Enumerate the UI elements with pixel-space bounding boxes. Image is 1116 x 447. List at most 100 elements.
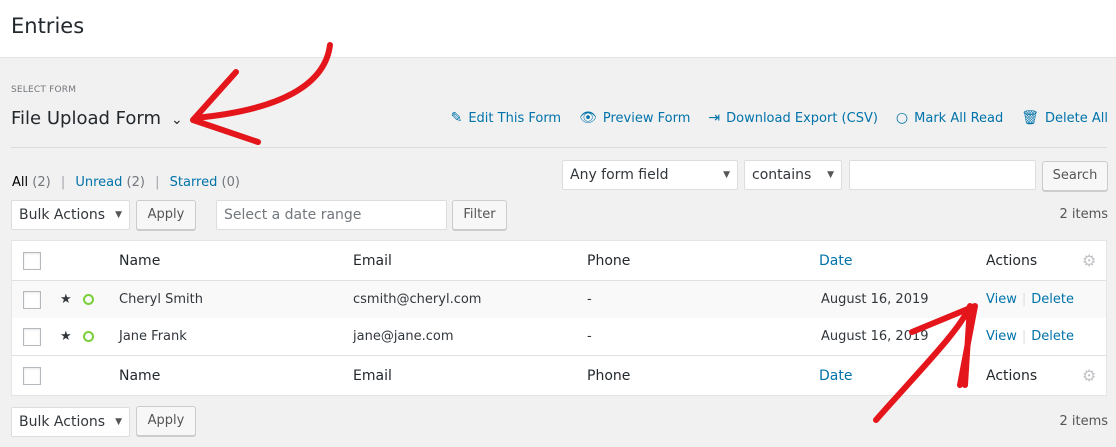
- filter-starred-count: (0): [221, 175, 240, 190]
- download-export-link[interactable]: ⇥ Download Export (CSV): [708, 110, 878, 126]
- unread-dot-icon[interactable]: [83, 294, 94, 305]
- chevron-down-icon: ⌄: [170, 111, 183, 128]
- bulk-actions-value: Bulk Actions: [19, 414, 106, 430]
- mark-all-read-label: Mark All Read: [914, 110, 1004, 126]
- apply-button-bottom[interactable]: Apply: [136, 406, 196, 436]
- dropdown-arrow-icon: ▼: [115, 210, 122, 220]
- table-row: ★ Cheryl Smith csmith@cheryl.com - Augus…: [12, 281, 1106, 318]
- bulk-actions-value: Bulk Actions: [19, 207, 106, 223]
- gear-icon[interactable]: ⚙: [1082, 241, 1096, 280]
- items-count-top: 2 items: [1059, 207, 1108, 222]
- entry-phone: -: [587, 292, 592, 307]
- edit-form-label: Edit This Form: [468, 110, 562, 126]
- delete-link[interactable]: Delete: [1031, 292, 1074, 307]
- form-actions: ✎ Edit This Form 👁 Preview Form ⇥ Download …: [451, 110, 1108, 126]
- preview-form-label: Preview Form: [602, 110, 691, 126]
- dropdown-arrow-icon: ▼: [827, 170, 834, 180]
- column-footer-name: Name: [119, 367, 161, 384]
- eye-icon: 👁: [579, 110, 597, 126]
- row-checkbox[interactable]: [23, 327, 41, 346]
- search-operator-select-value: contains: [752, 167, 812, 183]
- search-input[interactable]: [849, 160, 1036, 190]
- search-field-select[interactable]: Any form field ▼: [562, 160, 738, 190]
- date-range-input[interactable]: Select a date range: [216, 200, 447, 230]
- action-separator: |: [1021, 292, 1027, 307]
- view-link[interactable]: View: [986, 292, 1017, 307]
- row-checkbox[interactable]: [23, 290, 41, 309]
- filter-all[interactable]: All: [12, 175, 28, 190]
- dropdown-arrow-icon: ▼: [115, 417, 122, 427]
- unread-dot-cell: [83, 318, 94, 355]
- table-footer-row: Name Email Phone Date Actions ⚙: [12, 355, 1106, 395]
- dropdown-arrow-icon: ▼: [723, 170, 730, 180]
- preview-form-link[interactable]: 👁 Preview Form: [579, 110, 690, 126]
- star-icon[interactable]: ★: [60, 318, 72, 355]
- apply-button-top[interactable]: Apply: [136, 200, 196, 230]
- delete-link[interactable]: Delete: [1031, 329, 1074, 344]
- filter-button[interactable]: Filter: [452, 200, 507, 230]
- filter-all-count: (2): [32, 175, 51, 190]
- filter-separator: |: [155, 175, 160, 190]
- table-header-row: Name Email Phone Date Actions ⚙: [12, 241, 1106, 281]
- star-icon[interactable]: ★: [60, 281, 72, 318]
- unread-dot-cell: [83, 281, 94, 318]
- column-header-date[interactable]: Date: [819, 241, 852, 280]
- filter-separator: |: [60, 175, 66, 190]
- page-title: Entries: [11, 14, 85, 38]
- items-count-bottom: 2 items: [1059, 414, 1108, 429]
- search-field-select-value: Any form field: [570, 167, 669, 183]
- column-footer-date[interactable]: Date: [819, 356, 852, 395]
- entry-email: jane@jane.com: [353, 329, 454, 344]
- annotation-arrowhead-left: [190, 69, 261, 145]
- download-export-label: Download Export (CSV): [726, 110, 878, 126]
- delete-all-link[interactable]: 🗑 Delete All: [1021, 110, 1108, 126]
- row-checkbox-cell: [23, 281, 41, 318]
- table-row: ★ Jane Frank jane@jane.com - August 16, …: [12, 318, 1106, 355]
- trash-icon: 🗑: [1021, 110, 1040, 126]
- select-all-checkbox-cell: [23, 356, 41, 395]
- column-header-actions: Actions: [986, 252, 1038, 269]
- entry-date: August 16, 2019: [821, 292, 929, 307]
- status-filters: All (2) | Unread (2) | Starred (0): [12, 175, 240, 190]
- column-header-email: Email: [353, 252, 392, 269]
- row-checkbox-cell: [23, 318, 41, 355]
- filter-unread-count: (2): [126, 175, 145, 190]
- export-icon: ⇥: [708, 110, 721, 126]
- action-separator: |: [1021, 329, 1027, 344]
- entry-actions: View | Delete: [986, 318, 1074, 355]
- entry-name: Jane Frank: [119, 329, 187, 344]
- select-all-checkbox-cell: [23, 241, 41, 280]
- page-header: Entries: [0, 0, 1116, 58]
- select-all-checkbox[interactable]: [23, 251, 41, 270]
- select-form-label: SELECT FORM: [11, 85, 77, 95]
- circle-icon: ○: [895, 110, 909, 126]
- entry-date: August 16, 2019: [821, 329, 929, 344]
- search-button[interactable]: Search: [1042, 161, 1108, 191]
- pencil-icon: ✎: [450, 110, 463, 126]
- column-header-phone: Phone: [587, 252, 631, 269]
- select-all-checkbox[interactable]: [23, 366, 41, 385]
- mark-all-read-link[interactable]: ○ Mark All Read: [896, 110, 1003, 126]
- entry-actions: View | Delete: [986, 281, 1074, 318]
- form-select-value: File Upload Form: [11, 108, 161, 129]
- divider: [11, 147, 1107, 148]
- unread-dot-icon[interactable]: [83, 331, 94, 342]
- entry-name: Cheryl Smith: [119, 292, 203, 307]
- delete-all-label: Delete All: [1045, 110, 1108, 126]
- filter-starred[interactable]: Starred: [170, 175, 218, 190]
- edit-form-link[interactable]: ✎ Edit This Form: [451, 110, 562, 126]
- search-operator-select[interactable]: contains ▼: [744, 160, 842, 190]
- column-header-name: Name: [119, 252, 161, 269]
- bulk-actions-select-bottom[interactable]: Bulk Actions ▼: [11, 407, 130, 437]
- column-footer-phone: Phone: [587, 367, 631, 384]
- gear-icon[interactable]: ⚙: [1082, 356, 1096, 395]
- bulk-actions-select-top[interactable]: Bulk Actions ▼: [11, 200, 130, 230]
- entry-phone: -: [587, 329, 592, 344]
- view-link[interactable]: View: [986, 329, 1017, 344]
- entry-email: csmith@cheryl.com: [353, 292, 482, 307]
- column-footer-actions: Actions: [986, 367, 1038, 384]
- entries-table: Name Email Phone Date Actions ⚙ ★ Cheryl…: [11, 240, 1107, 396]
- form-select-dropdown[interactable]: File Upload Form ⌄: [11, 108, 183, 129]
- filter-unread[interactable]: Unread: [75, 175, 122, 190]
- column-footer-email: Email: [353, 367, 392, 384]
